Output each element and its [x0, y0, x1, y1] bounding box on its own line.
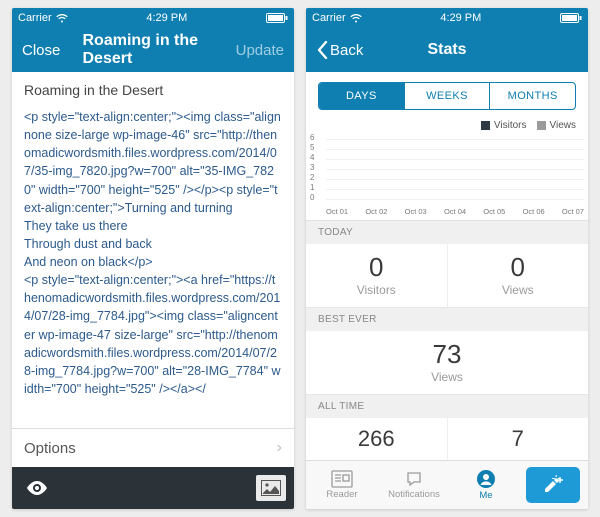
segment-months[interactable]: MONTHS [489, 83, 575, 109]
editor-body: Roaming in the Desert <p style="text-ali… [12, 72, 294, 467]
alltime-visitors: 266 [306, 418, 447, 460]
legend-views: Views [537, 120, 577, 131]
clock: 4:29 PM [146, 12, 187, 24]
back-label: Back [330, 42, 363, 59]
tab-reader[interactable]: Reader [306, 461, 378, 509]
stats-chart[interactable]: 6543210 Oct 01Oct 02Oct 03Oct 04Oct 05Oc… [306, 131, 588, 221]
today-views: 0 Views [447, 244, 589, 307]
today-row: 0 Visitors 0 Views [306, 244, 588, 308]
wifi-icon [350, 14, 362, 23]
image-icon [261, 480, 281, 496]
stats-body: DAYS WEEKS MONTHS Visitors Views 6543210… [306, 72, 588, 460]
nav-title: Roaming in the Desert [83, 32, 224, 68]
segment-weeks[interactable]: WEEKS [404, 83, 490, 109]
compose-button[interactable] [526, 467, 580, 503]
chart-legend: Visitors Views [306, 116, 588, 131]
battery-icon [560, 13, 582, 23]
options-row[interactable]: Options › [12, 428, 294, 467]
editor-toolbar [12, 467, 294, 509]
wifi-icon [56, 14, 68, 23]
today-visitors: 0 Visitors [306, 244, 447, 307]
segment-days[interactable]: DAYS [319, 83, 404, 109]
section-best: BEST EVER [306, 308, 588, 331]
chevron-right-icon: › [277, 439, 282, 457]
clock: 4:29 PM [440, 12, 481, 24]
battery-icon [266, 13, 288, 23]
alltime-views: 7 [447, 418, 589, 460]
carrier-label: Carrier [312, 12, 346, 24]
compose-icon [542, 475, 564, 495]
insert-image-button[interactable] [256, 475, 286, 501]
alltime-row: 266 7 [306, 418, 588, 460]
period-segmented: DAYS WEEKS MONTHS [318, 82, 576, 110]
tab-me[interactable]: Me [450, 461, 522, 509]
options-label: Options [24, 440, 76, 457]
preview-button[interactable] [20, 471, 54, 505]
tab-bar: Reader Notifications Me [306, 460, 588, 509]
me-icon [476, 469, 496, 489]
nav-title: Stats [427, 41, 466, 59]
update-button[interactable]: Update [236, 42, 284, 59]
status-bar: Carrier 4:29 PM [12, 8, 294, 28]
html-editor[interactable]: <p style="text-align:center;"><img class… [12, 104, 294, 428]
notifications-icon [405, 470, 423, 488]
close-button[interactable]: Close [22, 42, 60, 59]
back-button[interactable]: Back [316, 41, 363, 59]
section-all: ALL TIME [306, 395, 588, 418]
editor-screen: Carrier 4:29 PM Close Roaming in the Des… [12, 8, 294, 509]
best-row: 73 Views [306, 331, 588, 395]
section-today: TODAY [306, 221, 588, 244]
best-views: 73 Views [306, 331, 588, 394]
carrier-label: Carrier [18, 12, 52, 24]
stats-screen: Carrier 4:29 PM Back Stats DAYS WEEKS MO… [306, 8, 588, 509]
nav-bar: Close Roaming in the Desert Update [12, 28, 294, 72]
eye-icon [26, 481, 48, 495]
post-title-field[interactable]: Roaming in the Desert [12, 72, 294, 104]
status-bar: Carrier 4:29 PM [306, 8, 588, 28]
legend-visitors: Visitors [481, 120, 527, 131]
nav-bar: Back Stats [306, 28, 588, 72]
chevron-left-icon [316, 41, 328, 59]
reader-icon [331, 470, 353, 488]
tab-notifications[interactable]: Notifications [378, 461, 450, 509]
